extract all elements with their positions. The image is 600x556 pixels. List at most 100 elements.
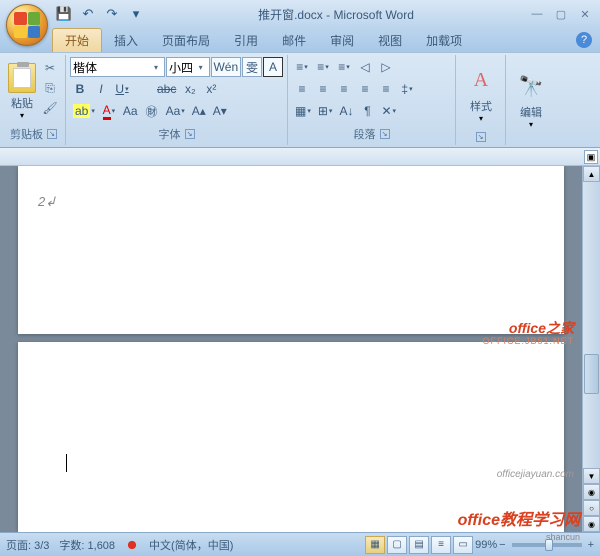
tab-review[interactable]: 审阅 [318, 29, 366, 52]
strikethrough-button[interactable]: abc [154, 79, 179, 99]
asian-layout-button[interactable]: ✕▾ [378, 101, 399, 121]
cut-button[interactable]: ✂ [40, 59, 60, 77]
italic-button[interactable]: I [91, 79, 111, 99]
font-size-combo[interactable]: 小四 ▾ [166, 57, 210, 77]
office-button[interactable] [6, 4, 48, 46]
enclose-characters-button[interactable]: ㊖ [142, 101, 162, 121]
scroll-up-button[interactable]: ▲ [583, 166, 600, 182]
bold-button[interactable]: B [70, 79, 90, 99]
view-full-screen[interactable]: ▢ [387, 536, 407, 554]
scroll-track[interactable] [583, 182, 600, 468]
highlight-button[interactable]: ab▾ [70, 101, 98, 121]
font-family-value: 楷体 [73, 59, 150, 76]
scroll-thumb[interactable] [584, 354, 599, 394]
grow-font-button[interactable]: A▴ [189, 101, 209, 121]
watermark-office-url: OFFICE.JB51.NET [482, 336, 574, 346]
browse-object-button[interactable]: ○ [583, 500, 600, 516]
prev-page-button[interactable]: ◉ [583, 484, 600, 500]
underline-button[interactable]: U▾ [112, 79, 132, 99]
tab-insert[interactable]: 插入 [102, 29, 150, 52]
zoom-in-button[interactable]: + [588, 539, 594, 551]
show-marks-button[interactable]: ¶ [357, 101, 377, 121]
tab-references[interactable]: 引用 [222, 29, 270, 52]
status-language[interactable]: 中文(简体，中国) [149, 537, 233, 553]
ribbon: 粘贴 ▾ ✂ ⎘ 🖌 剪贴板 ↘ 楷体 ▾ 小四 [0, 52, 600, 148]
justify-button[interactable]: ≡ [355, 79, 375, 99]
tab-home[interactable]: 开始 [52, 28, 102, 52]
font-family-combo[interactable]: 楷体 ▾ [70, 57, 165, 77]
watermark-jiayuan: officejiayuan.com [497, 469, 574, 480]
align-left-button[interactable]: ≡ [292, 79, 312, 99]
quick-access-toolbar: 💾 ↶ ↷ ▾ [54, 4, 146, 24]
group-editing: 🔭 编辑 ▾ [506, 55, 556, 145]
line-spacing-button[interactable]: ‡▾ [397, 79, 417, 99]
zoom-out-button[interactable]: − [499, 539, 505, 551]
subscript-button[interactable]: x₂ [180, 79, 200, 99]
sort-button[interactable]: A↓ [336, 101, 356, 121]
minimize-button[interactable]: — [526, 6, 548, 22]
paragraph-dialog-launcher[interactable]: ↘ [380, 129, 390, 139]
view-print-layout[interactable]: ▦ [365, 536, 385, 554]
paste-button[interactable]: 粘贴 ▾ [6, 61, 38, 122]
change-styles-button[interactable]: A 样式 ▾ [460, 57, 502, 131]
chevron-down-icon: ▾ [529, 120, 533, 129]
chevron-down-icon: ▾ [195, 63, 207, 72]
multilevel-list-button[interactable]: ≡▾ [334, 57, 354, 77]
styles-dialog-launcher[interactable]: ↘ [476, 132, 486, 142]
superscript-button[interactable]: x² [201, 79, 221, 99]
font-dialog-launcher[interactable]: ↘ [185, 129, 195, 139]
qat-customize[interactable]: ▾ [126, 4, 146, 24]
ruler-toggle-button[interactable]: ▣ [584, 150, 598, 164]
align-center-button[interactable]: ≡ [313, 79, 333, 99]
horizontal-ruler[interactable]: ▣ [0, 148, 600, 166]
numbering-button[interactable]: ≡▾ [313, 57, 333, 77]
tab-page-layout[interactable]: 页面布局 [150, 29, 222, 52]
status-word-count[interactable]: 字数: 1,608 [59, 537, 115, 553]
help-button[interactable]: ? [576, 32, 592, 48]
zoom-slider[interactable] [512, 543, 582, 547]
zoom-level[interactable]: 99% [475, 539, 497, 551]
undo-button[interactable]: ↶ [78, 4, 98, 24]
status-page[interactable]: 页面: 3/3 [6, 537, 49, 553]
copy-button[interactable]: ⎘ [40, 79, 60, 97]
find-button[interactable]: 🔭 编辑 ▾ [510, 57, 552, 143]
align-right-button[interactable]: ≡ [334, 79, 354, 99]
paste-icon [8, 63, 36, 93]
chevron-down-icon: ▾ [20, 111, 24, 120]
text-cursor [66, 454, 67, 472]
view-draft[interactable]: ▭ [453, 536, 473, 554]
maximize-button[interactable]: ▢ [550, 6, 572, 22]
scroll-down-button[interactable]: ▼ [583, 468, 600, 484]
view-outline[interactable]: ≡ [431, 536, 451, 554]
shading-button[interactable]: ▦▾ [292, 101, 314, 121]
chevron-down-icon: ▾ [150, 63, 162, 72]
character-border-button[interactable]: A [263, 57, 283, 77]
page-2-bottom[interactable]: 2↲ [18, 166, 564, 334]
view-web-layout[interactable]: ▤ [409, 536, 429, 554]
borders-button[interactable]: ⊞▾ [315, 101, 336, 121]
close-button[interactable]: ✕ [574, 6, 596, 22]
binoculars-icon: 🔭 [516, 72, 546, 102]
format-painter-button[interactable]: 🖌 [40, 99, 60, 117]
tab-addins[interactable]: 加载项 [414, 29, 474, 52]
increase-indent-button[interactable]: ▷ [376, 57, 396, 77]
distributed-button[interactable]: ≡ [376, 79, 396, 99]
document-viewport[interactable]: 2↲ [0, 166, 582, 532]
font-color-button[interactable]: A▾ [99, 101, 119, 121]
office-logo-icon [14, 12, 40, 38]
next-page-button[interactable]: ◉ [583, 516, 600, 532]
bullets-button[interactable]: ≡▾ [292, 57, 312, 77]
shrink-font-button[interactable]: A▾ [210, 101, 230, 121]
change-case-button[interactable]: Aa▾ [163, 101, 188, 121]
redo-button[interactable]: ↷ [102, 4, 122, 24]
decrease-indent-button[interactable]: ◁ [355, 57, 375, 77]
phonetic-guide-button[interactable]: 雯 [242, 57, 262, 77]
group-paragraph: ≡▾ ≡▾ ≡▾ ◁ ▷ ≡ ≡ ≡ ≡ ≡ ‡▾ ▦▾ ⊞▾ A↓ ¶ ✕▾ [288, 55, 456, 145]
clipboard-dialog-launcher[interactable]: ↘ [47, 129, 57, 139]
page-3-top[interactable] [18, 342, 564, 532]
clear-formatting-button[interactable]: Wén [211, 57, 241, 77]
save-button[interactable]: 💾 [54, 4, 74, 24]
tab-view[interactable]: 视图 [366, 29, 414, 52]
character-shading-button[interactable]: Aa [120, 101, 141, 121]
tab-mailings[interactable]: 邮件 [270, 29, 318, 52]
